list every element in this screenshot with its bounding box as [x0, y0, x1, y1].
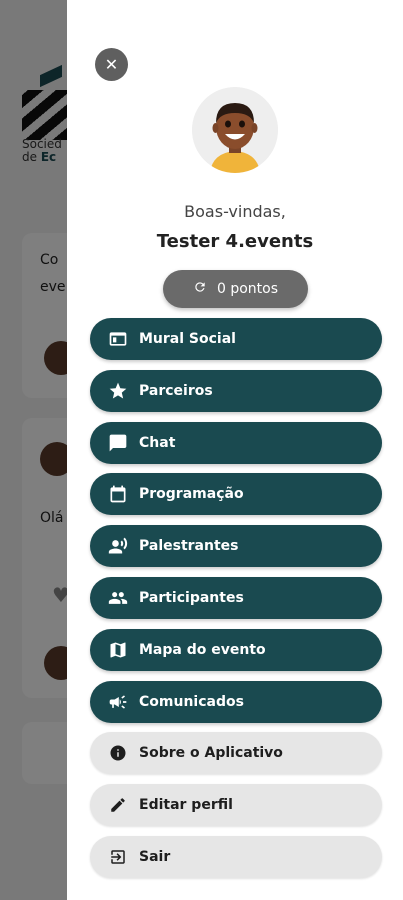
- menu-item-label: Mural Social: [139, 331, 236, 347]
- speaker-icon: [107, 535, 129, 557]
- user-avatar: [192, 87, 278, 173]
- menu-item-editar-perfil[interactable]: Editar perfil: [90, 784, 382, 827]
- menu-item-label: Chat: [139, 434, 176, 451]
- menu-item-participantes[interactable]: Participantes: [90, 576, 382, 619]
- points-button[interactable]: 0 pontos: [163, 270, 308, 308]
- menu-item-programacao[interactable]: Programação: [90, 473, 382, 516]
- menu-item-label: Parceiros: [139, 382, 213, 399]
- refresh-icon: [193, 280, 207, 298]
- menu-item-mural-social[interactable]: Mural Social: [90, 318, 382, 360]
- logout-icon: [107, 846, 129, 868]
- menu-item-palestrantes[interactable]: Palestrantes: [90, 525, 382, 568]
- menu-item-label: Mapa do evento: [139, 641, 266, 658]
- calendar-icon: [107, 483, 129, 505]
- side-drawer: ✕ Boas-vindas, Tester 4.events 0 pontos: [67, 0, 403, 900]
- pencil-icon: [107, 794, 129, 816]
- people-icon: [107, 587, 129, 609]
- menu-item-chat[interactable]: Chat: [90, 421, 382, 464]
- menu-item-label: Participantes: [139, 589, 244, 606]
- menu-item-label: Sair: [139, 848, 171, 865]
- menu-item-label: Programação: [139, 486, 244, 503]
- menu-item-comunicados[interactable]: Comunicados: [90, 680, 382, 723]
- menu-item-label: Sobre o Aplicativo: [139, 745, 283, 762]
- menu-item-sair[interactable]: Sair: [90, 835, 382, 878]
- info-icon: [107, 742, 129, 764]
- megaphone-icon: [107, 691, 129, 713]
- drawer-menu: Mural Social Parceiros Chat Programação …: [90, 318, 382, 888]
- star-icon: [107, 380, 129, 402]
- menu-item-mapa-do-evento[interactable]: Mapa do evento: [90, 628, 382, 671]
- user-name: Tester 4.events: [156, 231, 314, 252]
- menu-item-label: Editar perfil: [139, 797, 233, 814]
- close-icon: ✕: [104, 55, 119, 74]
- chat-icon: [107, 432, 129, 454]
- menu-item-label: Comunicados: [139, 693, 244, 710]
- menu-item-parceiros[interactable]: Parceiros: [90, 369, 382, 412]
- map-icon: [107, 639, 129, 661]
- close-button[interactable]: ✕: [95, 48, 128, 81]
- welcome-text: Boas-vindas,: [184, 202, 286, 221]
- menu-item-label: Palestrantes: [139, 538, 239, 555]
- points-label: 0 pontos: [216, 281, 279, 297]
- menu-item-sobre-o-aplicativo[interactable]: Sobre o Aplicativo: [90, 732, 382, 775]
- web-icon: [107, 328, 129, 350]
